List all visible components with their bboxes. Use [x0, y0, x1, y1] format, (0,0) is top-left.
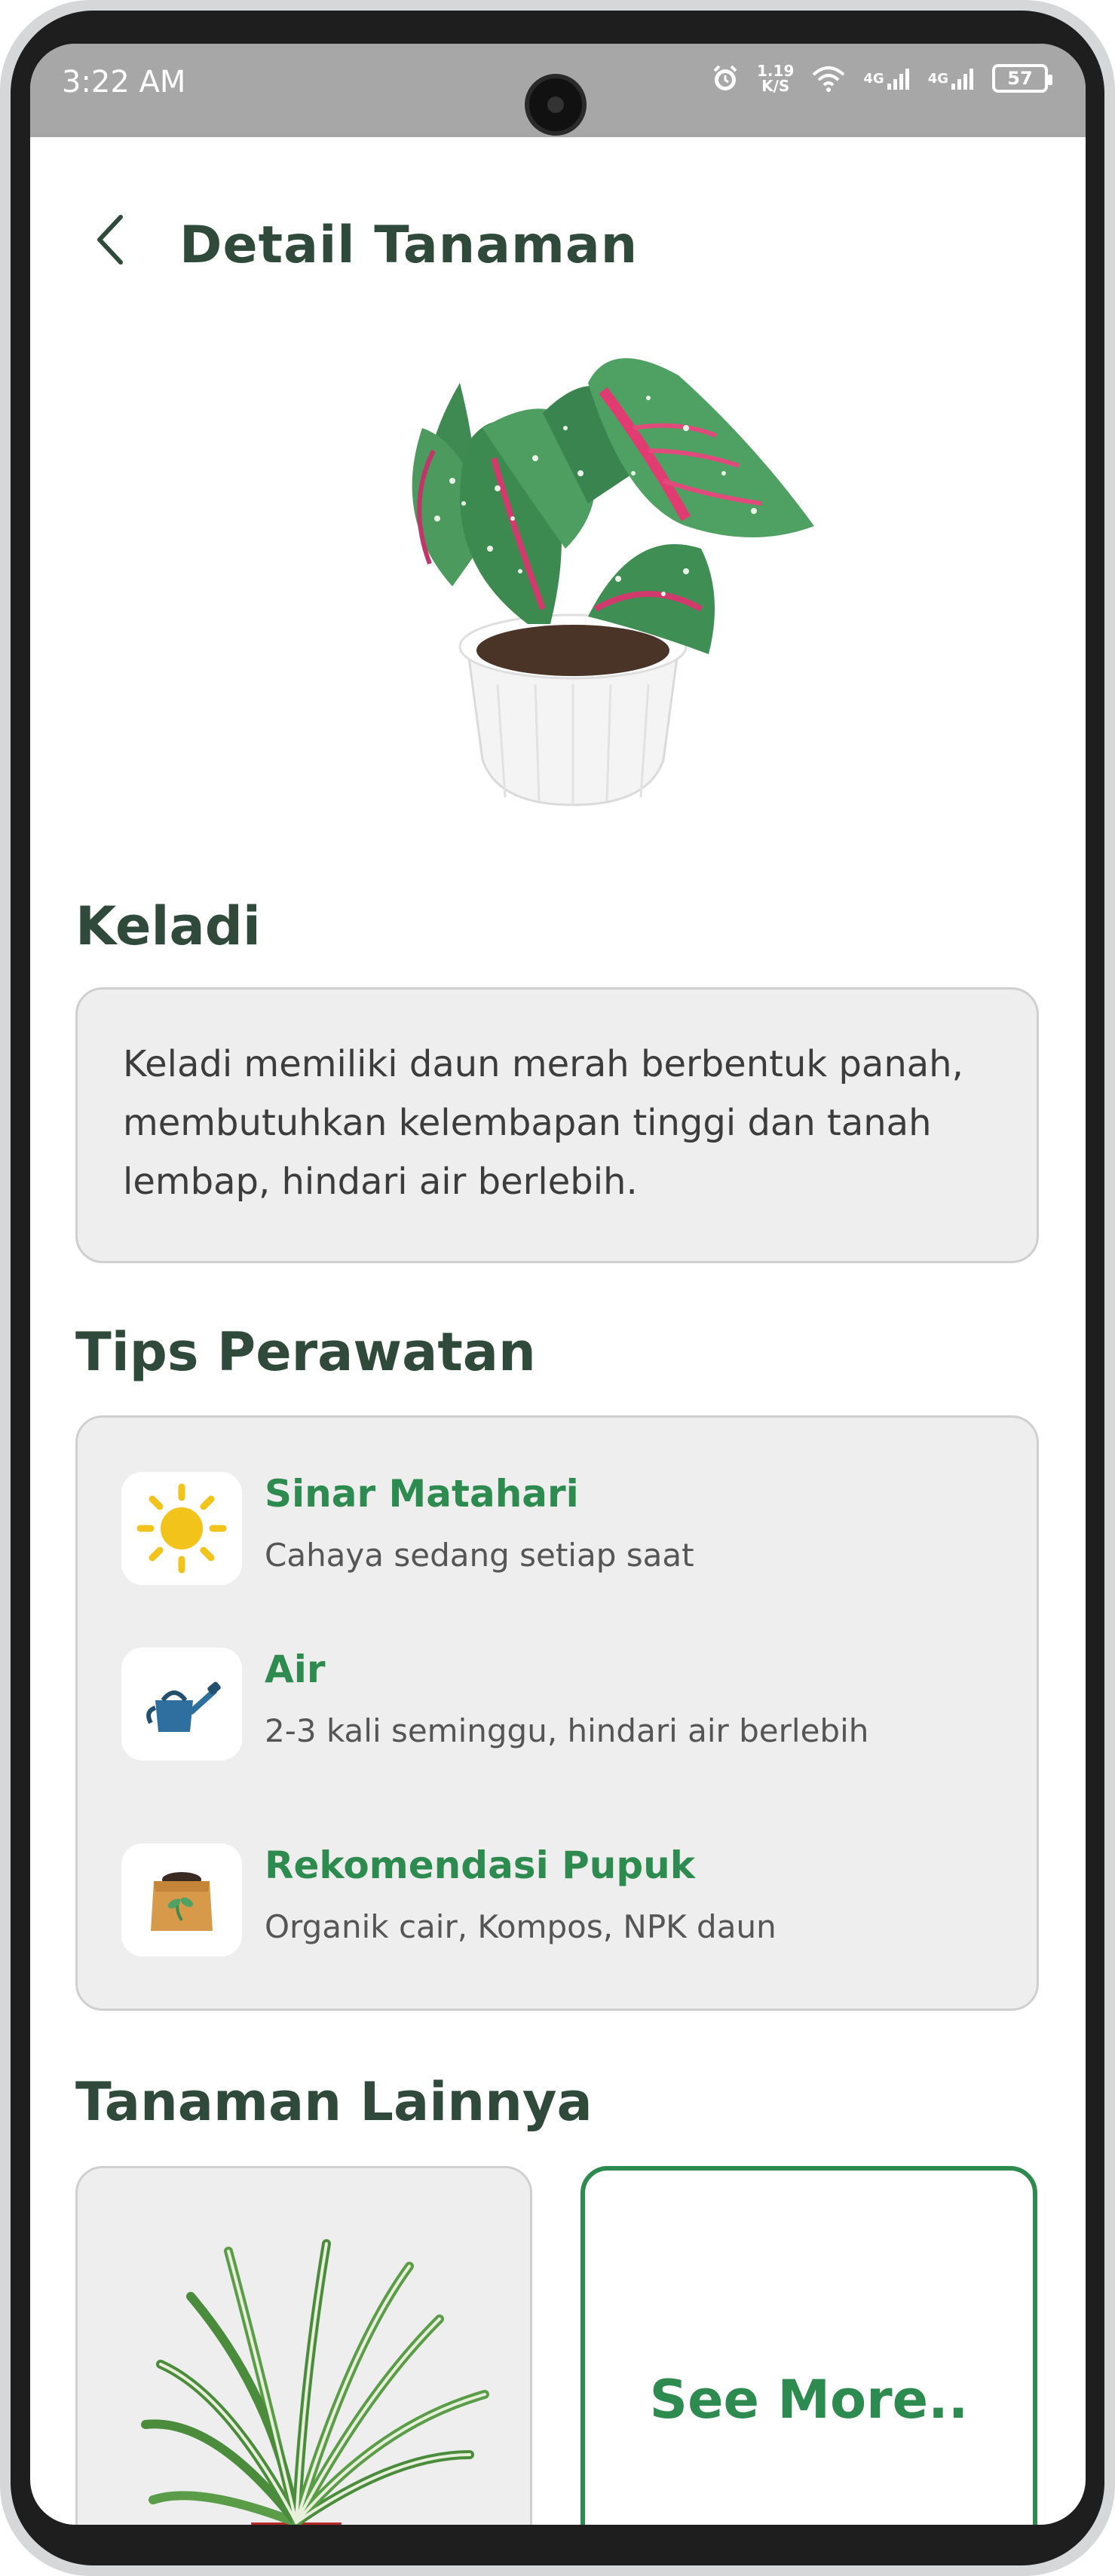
battery-icon: 57 — [992, 64, 1052, 93]
signal-2-label: 4G — [927, 70, 948, 87]
plant-image — [412, 358, 814, 806]
status-time: 3:22 AM — [62, 65, 186, 99]
spider-plant-image — [141, 2239, 489, 2525]
other-plant-card[interactable] — [75, 2166, 532, 2525]
description-card: Keladi memiliki daun merah berbentuk pan… — [75, 987, 1039, 1263]
network-speed: 1.19 K/S — [757, 63, 794, 93]
see-more-label: See More.. — [649, 2369, 969, 2431]
signal-1-label: 4G — [863, 70, 884, 87]
watering-can-icon — [121, 1647, 242, 1761]
other-plants-section-title: Tanaman Lainnya — [75, 2071, 593, 2133]
status-icons: 1.19 K/S 4G 4G 57 — [710, 63, 1052, 93]
front-camera — [525, 74, 587, 136]
signal-2-icon: 4G — [928, 66, 976, 91]
app-header: Detail Tanaman — [30, 194, 1086, 285]
tip-item-water: Air 2-3 kali seminggu, hindari air berle… — [121, 1647, 996, 1768]
tip-item-fertilizer: Rekomendasi Pupuk Organik cair, Kompos, … — [121, 1843, 996, 1964]
network-speed-value: 1.19 — [757, 62, 795, 80]
back-button[interactable] — [83, 210, 143, 270]
tip-item-sunlight: Sinar Matahari Cahaya sedang setiap saat — [121, 1472, 996, 1592]
screen: 3:22 AM 1.19 K/S 4G 4G 57 Detail Tanaman… — [30, 44, 1086, 2525]
chevron-left-icon — [97, 215, 123, 265]
tip-subtitle: Organik cair, Kompos, NPK daun — [265, 1908, 777, 1945]
network-speed-unit: K/S — [761, 77, 790, 95]
tip-title: Rekomendasi Pupuk — [265, 1843, 695, 1887]
status-bar: 3:22 AM 1.19 K/S 4G 4G 57 — [30, 44, 1086, 137]
wifi-icon — [810, 64, 847, 93]
plant-name: Keladi — [75, 895, 261, 957]
tips-section-title: Tips Perawatan — [75, 1321, 536, 1383]
see-more-button[interactable]: See More.. — [580, 2166, 1037, 2525]
tip-title: Sinar Matahari — [265, 1472, 579, 1516]
alarm-icon — [710, 63, 740, 93]
page-title: Detail Tanaman — [179, 216, 639, 275]
tip-subtitle: 2-3 kali seminggu, hindari air berlebih — [265, 1712, 869, 1749]
tip-title: Air — [265, 1647, 326, 1691]
plant-description: Keladi memiliki daun merah berbentuk pan… — [123, 1043, 963, 1203]
tip-subtitle: Cahaya sedang setiap saat — [265, 1537, 694, 1574]
tips-card: Sinar Matahari Cahaya sedang setiap saat… — [75, 1415, 1039, 2011]
signal-1-icon: 4G — [863, 66, 911, 91]
sun-icon — [121, 1472, 242, 1585]
fertilizer-bag-icon — [121, 1843, 242, 1956]
